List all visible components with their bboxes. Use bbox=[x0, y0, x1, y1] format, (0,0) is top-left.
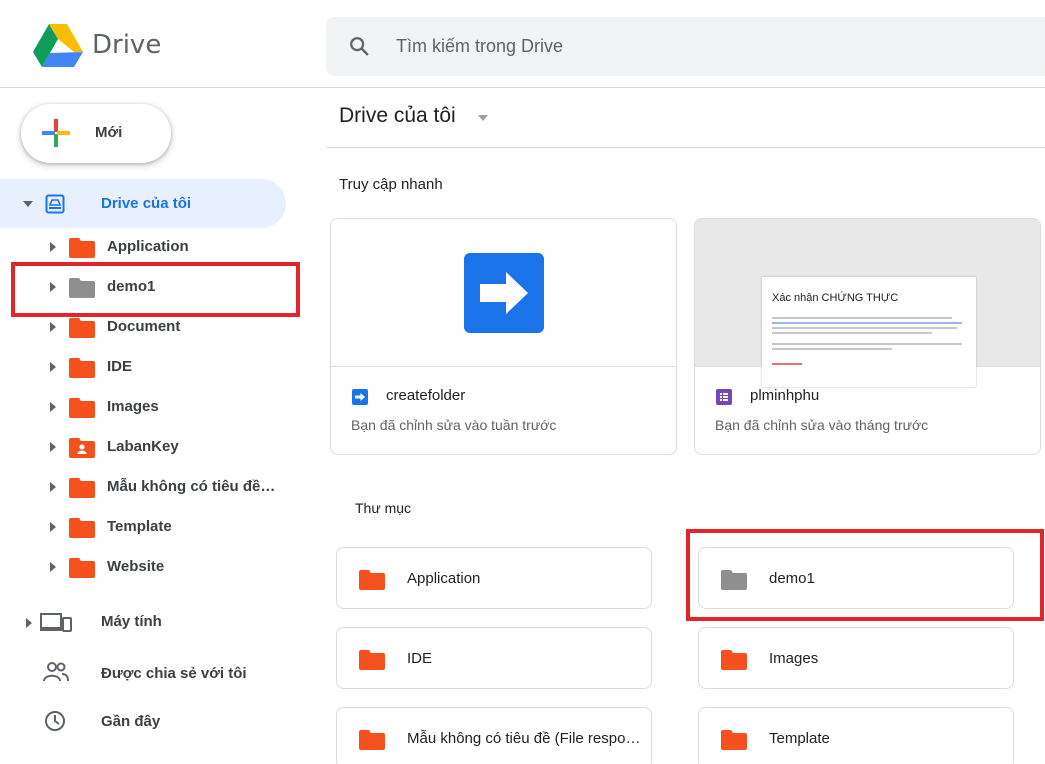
sidebar-item-computers[interactable]: Máy tính bbox=[0, 602, 300, 642]
computer-icon bbox=[40, 613, 72, 638]
clock-icon bbox=[44, 710, 66, 737]
sidebar-item-label: Gần đây bbox=[101, 713, 161, 730]
chevron-right-icon[interactable] bbox=[50, 402, 56, 412]
file-name: createfolder bbox=[386, 387, 466, 404]
sidebar-item-label: Images bbox=[107, 398, 159, 415]
file-thumbnail: Xác nhận CHỨNG THỰC bbox=[695, 219, 1040, 387]
quick-access-heading: Truy cập nhanh bbox=[339, 176, 443, 193]
file-activity: Bạn đã chỉnh sửa vào tháng trước bbox=[715, 417, 929, 433]
folder-name: Images bbox=[769, 650, 819, 667]
quick-access-card[interactable]: createfolder Bạn đã chỉnh sửa vào tuần t… bbox=[330, 218, 677, 455]
folder-icon bbox=[359, 570, 385, 595]
sidebar-item-5[interactable]: Images bbox=[0, 389, 300, 425]
folders-heading: Thư mục bbox=[355, 500, 412, 516]
chevron-right-icon[interactable] bbox=[50, 322, 56, 332]
folder-icon bbox=[359, 730, 385, 755]
sidebar-item-7[interactable]: Mẫu không có tiêu đề… bbox=[0, 469, 300, 505]
chevron-right-icon[interactable] bbox=[50, 522, 56, 532]
sidebar-item-8[interactable]: Template bbox=[0, 509, 300, 545]
sidebar-item-label: IDE bbox=[107, 358, 133, 375]
search-input[interactable] bbox=[396, 31, 996, 61]
drive-logo-icon[interactable] bbox=[33, 24, 83, 73]
search-icon[interactable] bbox=[348, 35, 370, 62]
folder-icon bbox=[69, 478, 95, 503]
sidebar-item-6[interactable]: LabanKey bbox=[0, 429, 300, 465]
folder-card[interactable]: Images bbox=[698, 627, 1014, 689]
sidebar-item-shared[interactable]: Được chia sẻ với tôi bbox=[0, 652, 300, 692]
sidebar-item-9[interactable]: Website bbox=[0, 549, 300, 585]
shared-folder-icon bbox=[69, 438, 95, 463]
plus-icon bbox=[41, 118, 71, 153]
highlight-box bbox=[11, 262, 300, 317]
brand-name[interactable]: Drive bbox=[92, 30, 161, 60]
page-title[interactable]: Drive của tôi bbox=[339, 104, 456, 128]
folder-icon bbox=[69, 518, 95, 543]
chevron-down-icon[interactable] bbox=[478, 115, 488, 121]
apps-script-thumbnail-icon bbox=[464, 253, 544, 338]
divider bbox=[326, 147, 1045, 148]
sidebar-item-label: LabanKey bbox=[107, 438, 179, 455]
chevron-right-icon[interactable] bbox=[50, 562, 56, 572]
folder-card[interactable]: IDE bbox=[336, 627, 652, 689]
sidebar-item-label: Drive của tôi bbox=[101, 195, 192, 212]
sidebar-item-label: Được chia sẻ với tôi bbox=[101, 665, 247, 682]
folder-icon bbox=[69, 558, 95, 583]
folder-icon bbox=[721, 730, 747, 755]
folder-card[interactable]: Application bbox=[336, 547, 652, 609]
shared-users-icon bbox=[43, 661, 69, 688]
drive-app: Drive Mới Drive của tôi Applicationdemo1… bbox=[0, 0, 1045, 764]
folder-icon bbox=[69, 358, 95, 383]
folder-icon bbox=[359, 650, 385, 675]
chevron-right-icon[interactable] bbox=[50, 442, 56, 452]
sidebar-item-4[interactable]: IDE bbox=[0, 349, 300, 385]
sidebar-item-label: Template bbox=[107, 518, 172, 535]
folder-icon bbox=[69, 318, 95, 343]
sidebar-item-1[interactable]: Application bbox=[0, 229, 300, 265]
new-button-label: Mới bbox=[95, 124, 123, 141]
chevron-down-icon[interactable] bbox=[23, 201, 33, 207]
search-bar[interactable] bbox=[326, 17, 1045, 76]
folder-name: Application bbox=[407, 570, 481, 587]
chevron-right-icon[interactable] bbox=[50, 362, 56, 372]
folder-name: Mẫu không có tiêu đề (File respo… bbox=[407, 730, 641, 747]
file-name: plminhphu bbox=[750, 387, 820, 404]
top-bar: Drive bbox=[0, 0, 1045, 88]
sidebar-item-recent[interactable]: Gần đây bbox=[0, 702, 300, 742]
folder-icon bbox=[69, 238, 95, 263]
quick-access-card[interactable]: Xác nhận CHỨNG THỰC plminhphu Bạn đã chỉ… bbox=[694, 218, 1041, 455]
sidebar-item-label: Máy tính bbox=[101, 613, 162, 630]
apps-script-icon bbox=[352, 389, 368, 410]
forms-icon bbox=[716, 389, 732, 410]
folder-card[interactable]: Template bbox=[698, 707, 1014, 764]
folder-name: Template bbox=[769, 730, 830, 747]
folder-icon bbox=[69, 398, 95, 423]
highlight-box bbox=[686, 529, 1044, 621]
form-preview: Xác nhận CHỨNG THỰC bbox=[762, 277, 976, 387]
preview-title: Xác nhận CHỨNG THỰC bbox=[772, 292, 899, 304]
folder-card[interactable]: Mẫu không có tiêu đề (File respo… bbox=[336, 707, 652, 764]
chevron-right-icon[interactable] bbox=[50, 482, 56, 492]
sidebar-item-label: Application bbox=[107, 238, 189, 255]
file-activity: Bạn đã chỉnh sửa vào tuần trước bbox=[351, 417, 557, 433]
file-thumbnail bbox=[331, 219, 676, 367]
sidebar-item-my-drive[interactable]: Drive của tôi bbox=[0, 179, 286, 228]
chevron-right-icon[interactable] bbox=[26, 618, 32, 628]
folder-name: IDE bbox=[407, 650, 433, 667]
folder-icon bbox=[721, 650, 747, 675]
new-button[interactable]: Mới bbox=[21, 104, 171, 163]
sidebar-item-label: Website bbox=[107, 558, 165, 575]
my-drive-icon bbox=[45, 194, 65, 219]
chevron-right-icon[interactable] bbox=[50, 242, 56, 252]
sidebar-item-label: Document bbox=[107, 318, 181, 335]
sidebar-item-label: Mẫu không có tiêu đề… bbox=[107, 478, 276, 495]
